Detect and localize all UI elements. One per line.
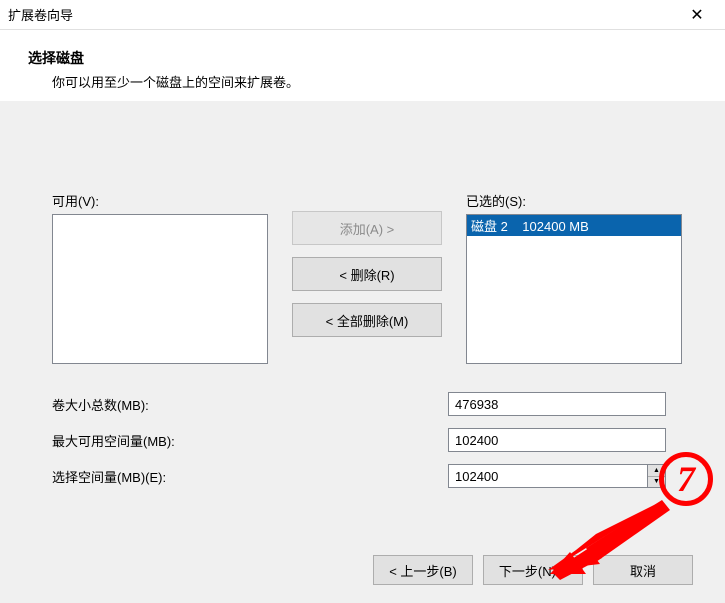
- spinner-down[interactable]: ▼: [648, 476, 665, 488]
- back-button[interactable]: < 上一步(B): [373, 555, 473, 585]
- wizard-content: 可用(V): 添加(A) > < 删除(R) < 全部删除(M) 已选的(S):…: [0, 101, 725, 510]
- spinner-up[interactable]: ▲: [648, 465, 665, 476]
- size-fields: 卷大小总数(MB): 最大可用空间量(MB): 选择空间量(MB)(E): ▲ …: [52, 392, 693, 488]
- window-title: 扩展卷向导: [8, 5, 677, 24]
- transfer-buttons: 添加(A) > < 删除(R) < 全部删除(M): [292, 211, 442, 337]
- title-bar: 扩展卷向导 ✕: [0, 0, 725, 30]
- next-button[interactable]: 下一步(N) >: [483, 555, 583, 585]
- total-size-label: 卷大小总数(MB):: [52, 395, 448, 414]
- total-size-value: [448, 392, 666, 416]
- wizard-footer: < 上一步(B) 下一步(N) > 取消: [373, 555, 693, 585]
- available-listbox[interactable]: [52, 214, 268, 364]
- select-space-input[interactable]: [448, 464, 648, 488]
- list-item[interactable]: 磁盘 2 102400 MB: [467, 215, 681, 236]
- add-button[interactable]: 添加(A) >: [292, 211, 442, 245]
- selected-column: 已选的(S): 磁盘 2 102400 MB: [466, 191, 682, 364]
- select-space-label: 选择空间量(MB)(E):: [52, 467, 448, 486]
- page-title: 选择磁盘: [28, 48, 715, 68]
- close-button[interactable]: ✕: [677, 1, 717, 29]
- total-size-row: 卷大小总数(MB):: [52, 392, 693, 416]
- disk-lists-row: 可用(V): 添加(A) > < 删除(R) < 全部删除(M) 已选的(S):…: [52, 191, 693, 364]
- available-label: 可用(V):: [52, 191, 268, 210]
- remove-button[interactable]: < 删除(R): [292, 257, 442, 291]
- available-column: 可用(V):: [52, 191, 268, 364]
- cancel-button[interactable]: 取消: [593, 555, 693, 585]
- selected-listbox[interactable]: 磁盘 2 102400 MB: [466, 214, 682, 364]
- select-space-row: 选择空间量(MB)(E): ▲ ▼: [52, 464, 693, 488]
- selected-label: 已选的(S):: [466, 191, 682, 210]
- remove-all-button[interactable]: < 全部删除(M): [292, 303, 442, 337]
- wizard-header: 选择磁盘 你可以用至少一个磁盘上的空间来扩展卷。: [0, 30, 725, 101]
- max-space-value: [448, 428, 666, 452]
- page-subtitle: 你可以用至少一个磁盘上的空间来扩展卷。: [52, 72, 715, 91]
- max-space-row: 最大可用空间量(MB):: [52, 428, 693, 452]
- close-icon: ✕: [690, 5, 703, 25]
- spinner-buttons: ▲ ▼: [648, 464, 666, 488]
- select-space-spinner: ▲ ▼: [448, 464, 666, 488]
- max-space-label: 最大可用空间量(MB):: [52, 431, 448, 450]
